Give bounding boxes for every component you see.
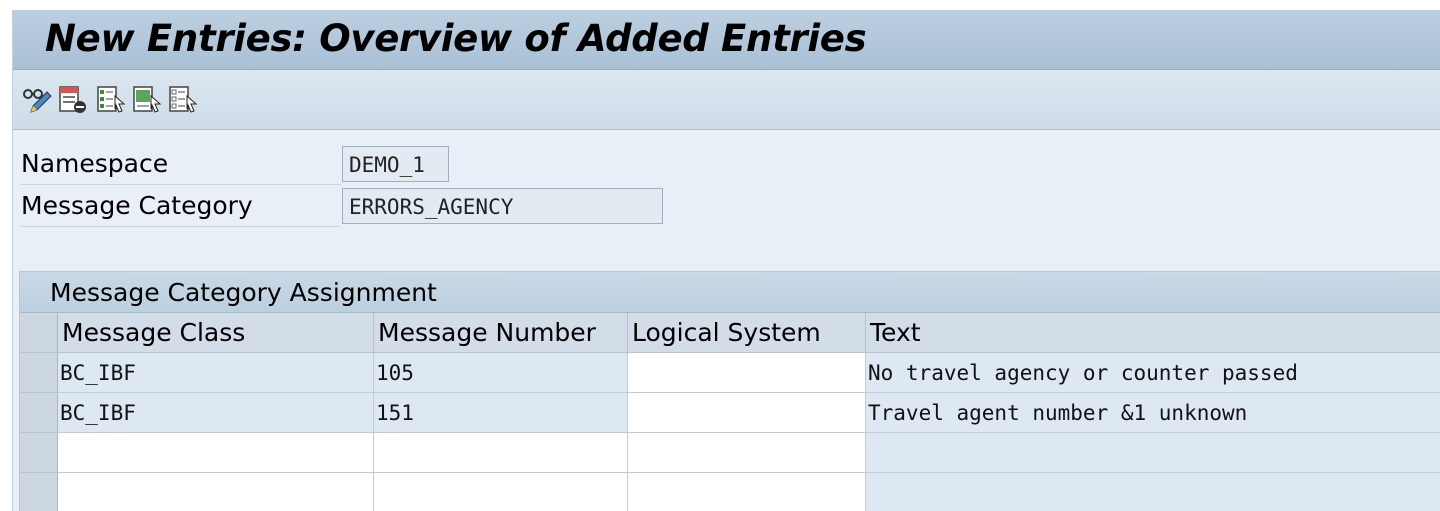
title-bar: New Entries: Overview of Added Entries (13, 11, 1440, 70)
message-category-label: Message Category (21, 186, 341, 227)
row-selector[interactable] (20, 393, 58, 433)
select-all-rows[interactable] (20, 313, 58, 353)
cell-logical-system[interactable] (628, 353, 866, 393)
row-selector[interactable] (20, 433, 58, 473)
cell-message-number[interactable] (374, 433, 628, 473)
cell-logical-system[interactable] (628, 473, 866, 511)
deselect-all-button[interactable] (167, 84, 199, 116)
cell-message-class[interactable] (58, 473, 374, 511)
cell-message-class[interactable]: BC_IBF (58, 353, 374, 393)
message-category-field[interactable]: ERRORS_AGENCY (342, 188, 663, 224)
deselect-all-icon (169, 86, 198, 113)
cell-message-number[interactable] (374, 473, 628, 511)
cell-message-class[interactable] (58, 433, 374, 473)
sap-window: New Entries: Overview of Added Entries N… (12, 10, 1440, 511)
message-category-assignment-table: Message Category Assignment Message Clas… (19, 271, 1440, 511)
header-fields: Namespace DEMO_1 Message Category ERRORS… (13, 130, 1440, 270)
table-title: Message Category Assignment (50, 278, 437, 307)
select-all-icon (97, 86, 126, 113)
cell-text (866, 473, 1440, 511)
cell-message-number[interactable]: 151 (374, 393, 628, 433)
cell-message-class[interactable]: BC_IBF (58, 393, 374, 433)
col-header-text[interactable]: Text (866, 313, 1440, 353)
select-block-icon (133, 86, 162, 113)
namespace-field[interactable]: DEMO_1 (342, 146, 449, 182)
delete-icon (59, 86, 86, 113)
application-toolbar (13, 70, 1440, 130)
page-title: New Entries: Overview of Added Entries (45, 17, 867, 60)
display-change-icon (23, 89, 52, 113)
cell-logical-system[interactable] (628, 433, 866, 473)
cell-logical-system[interactable] (628, 393, 866, 433)
cell-text: No travel agency or counter passed (866, 353, 1440, 393)
col-header-logical-system[interactable]: Logical System (628, 313, 866, 353)
select-all-button[interactable] (95, 84, 127, 116)
col-header-message-class[interactable]: Message Class (58, 313, 374, 353)
row-selector[interactable] (20, 473, 58, 511)
select-block-button[interactable] (131, 84, 163, 116)
row-selector[interactable] (20, 353, 58, 393)
cell-text (866, 433, 1440, 473)
table-title-bar: Message Category Assignment (20, 272, 1440, 313)
namespace-label: Namespace (21, 144, 341, 185)
delete-button[interactable] (57, 84, 89, 116)
cell-text: Travel agent number &1 unknown (866, 393, 1440, 433)
display-change-button[interactable] (21, 84, 53, 116)
cell-message-number[interactable]: 105 (374, 353, 628, 393)
col-header-message-number[interactable]: Message Number (374, 313, 628, 353)
